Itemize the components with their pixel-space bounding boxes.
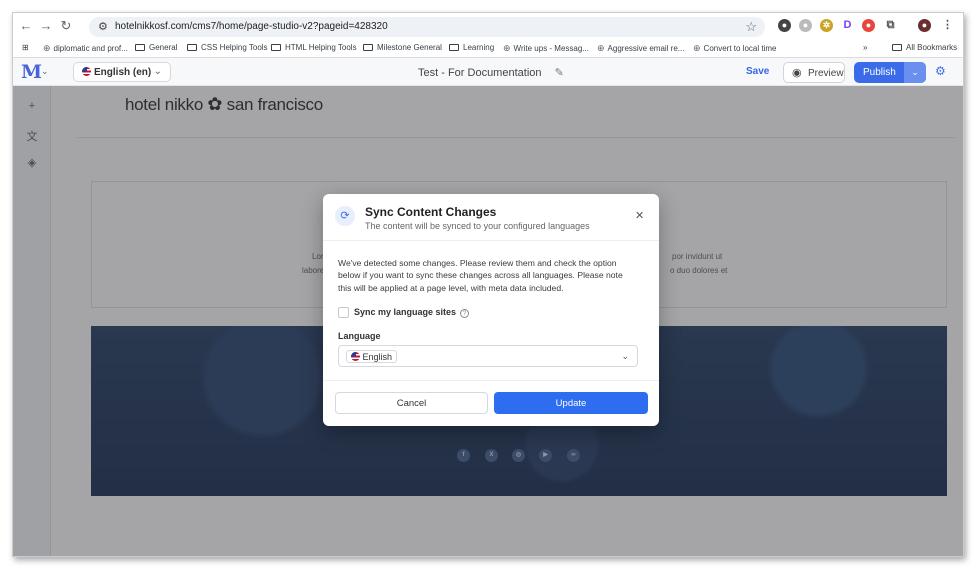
page-studio-app: M ⌄ English (en) ⌄ Test - For Documentat… <box>13 58 963 556</box>
back-icon[interactable]: ← <box>19 18 33 34</box>
folder-icon <box>135 44 145 51</box>
url-text: hotelnikkosf.com/cms7/home/page-studio-v… <box>115 21 388 32</box>
bookmark-item[interactable]: ⊕ Write ups - Messag... <box>503 43 589 54</box>
folder-icon <box>449 44 459 51</box>
reload-icon[interactable]: ↻ <box>59 18 73 34</box>
close-icon[interactable]: ✕ <box>635 209 644 222</box>
address-bar[interactable]: ⚙ hotelnikkosf.com/cms7/home/page-studio… <box>89 17 765 37</box>
update-button[interactable]: Update <box>494 392 648 414</box>
globe-icon: ⊕ <box>597 43 605 53</box>
chevron-down-icon: ⌄ <box>153 66 162 77</box>
globe-icon: ⊕ <box>693 43 701 53</box>
bookmark-folder[interactable]: HTML Helping Tools <box>271 43 357 52</box>
preview-button[interactable]: ◉ Preview <box>783 62 845 83</box>
folder-icon <box>363 44 373 51</box>
divider <box>323 240 659 241</box>
folder-icon <box>892 44 902 51</box>
dialog-subtitle: The content will be synced to your confi… <box>365 221 590 231</box>
extension-icon[interactable]: ● <box>778 19 791 32</box>
bookmark-folder[interactable]: General <box>135 43 177 52</box>
language-selector[interactable]: English (en) ⌄ <box>73 62 171 82</box>
language-field-label: Language <box>338 331 381 341</box>
us-flag-icon <box>82 67 91 78</box>
publish-dropdown-chevron-icon[interactable]: ⌄ <box>904 62 926 83</box>
bookmark-folder[interactable]: Milestone General <box>363 43 442 52</box>
browser-menu-icon[interactable]: ⋮ <box>941 19 954 32</box>
divider <box>323 380 659 381</box>
bookmark-item[interactable]: ⊕ Aggressive email re... <box>597 43 684 54</box>
bookmarks-bar: ⊞ ⊕ diplomatic and prof... General CSS He… <box>13 40 963 58</box>
folder-icon <box>187 44 197 51</box>
extensions-puzzle-icon[interactable]: ⧉ <box>884 19 897 32</box>
app-logo[interactable]: M <box>21 61 42 83</box>
forward-icon[interactable]: → <box>39 18 53 34</box>
extension-icon[interactable]: ✲ <box>820 19 833 32</box>
bookmark-folder[interactable]: CSS Helping Tools <box>187 43 268 52</box>
editor-topbar: M ⌄ English (en) ⌄ Test - For Documentat… <box>13 58 963 86</box>
extension-icon[interactable]: ● <box>799 19 812 32</box>
edit-pencil-icon[interactable]: ✎ <box>555 67 564 79</box>
more-bookmarks-button[interactable]: » <box>863 43 867 52</box>
bookmark-star-icon[interactable]: ☆ <box>745 19 757 35</box>
globe-icon: ⊕ <box>43 43 51 53</box>
profile-avatar[interactable]: ● <box>918 19 931 32</box>
info-icon[interactable]: ? <box>460 309 470 318</box>
sync-content-dialog: ⟳ Sync Content Changes The content will … <box>323 194 659 426</box>
apps-grid-icon[interactable]: ⊞ <box>22 43 29 52</box>
sync-language-sites-checkbox[interactable] <box>338 307 349 318</box>
bookmark-folder[interactable]: Learning <box>449 43 494 52</box>
language-select[interactable]: English ⌄ <box>338 345 638 367</box>
all-bookmarks-folder[interactable]: All Bookmarks <box>892 43 957 52</box>
browser-window: ← → ↻ ⚙ hotelnikkosf.com/cms7/home/page-… <box>12 12 964 557</box>
language-selector-label: English (en) <box>94 67 152 78</box>
dialog-title: Sync Content Changes <box>365 205 497 219</box>
bookmark-item[interactable]: ⊕ Convert to local time <box>693 43 776 54</box>
publish-button[interactable]: Publish ⌄ <box>854 62 926 83</box>
bookmark-item[interactable]: ⊕ diplomatic and prof... <box>43 43 128 54</box>
language-chip[interactable]: English <box>346 350 398 363</box>
us-flag-icon <box>351 352 360 361</box>
globe-icon: ⊕ <box>503 43 511 53</box>
extension-icon[interactable]: D <box>841 19 854 32</box>
folder-icon <box>271 44 281 51</box>
chevron-down-icon[interactable]: ⌄ <box>41 66 49 77</box>
eye-icon: ◉ <box>792 67 802 79</box>
extension-icon[interactable]: ● <box>862 19 875 32</box>
site-info-icon[interactable]: ⚙ <box>98 20 108 33</box>
save-button[interactable]: Save <box>746 66 769 77</box>
chevron-down-icon: ⌄ <box>621 351 629 361</box>
browser-toolbar: ← → ↻ ⚙ hotelnikkosf.com/cms7/home/page-… <box>13 13 963 40</box>
cancel-button[interactable]: Cancel <box>335 392 488 414</box>
page-title: Test - For Documentation ✎ <box>418 67 564 79</box>
sync-language-sites-label[interactable]: Sync my language sites? <box>354 307 470 318</box>
dialog-message: We've detected some changes. Please revi… <box>338 258 623 293</box>
sync-icon: ⟳ <box>335 206 355 226</box>
settings-gear-icon[interactable]: ⚙ <box>935 64 946 78</box>
